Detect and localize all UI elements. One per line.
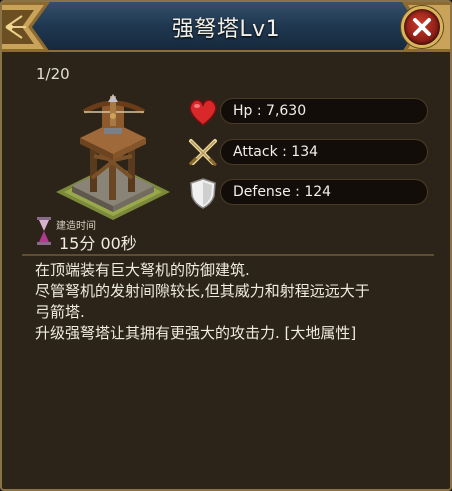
close-button[interactable] — [401, 6, 443, 48]
stat-hp: Hp : 7,630 — [186, 95, 430, 126]
shield-icon — [190, 178, 216, 209]
description-line: 升级强弩塔让其拥有更强大的攻击力. [大地属性] — [35, 324, 357, 342]
crossed-swords-icon — [188, 139, 217, 167]
stat-attack-text: Attack : 134 — [233, 144, 319, 160]
stat-defense: Defense : 124 — [186, 176, 430, 209]
description-line: 弓箭塔. — [35, 303, 85, 321]
stat-defense-text: Defense : 124 — [233, 184, 332, 200]
divider — [22, 254, 434, 256]
close-button-frame — [392, 2, 450, 52]
panel-title: 强弩塔Lv1 — [171, 17, 281, 42]
level-count: 1/20 — [36, 65, 70, 83]
description: 在顶端装有巨大弩机的防御建筑. 尽管弩机的发射间隙较长,但其威力和射程远远大于 … — [35, 260, 435, 344]
hourglass-icon — [37, 217, 51, 245]
stat-attack: Attack : 134 — [186, 136, 430, 167]
stat-bar: Attack : 134 — [220, 139, 428, 165]
stat-bar: Hp : 7,630 — [220, 98, 428, 124]
close-icon — [413, 18, 431, 36]
stat-bar: Defense : 124 — [220, 179, 428, 205]
build-time-value: 15分 00秒 — [59, 234, 137, 253]
building-info-panel: 强弩塔Lv1 1/20 Hp: 7,630 Attack: 134 Defe… — [0, 0, 452, 491]
stat-hp-text: Hp : 7,630 — [233, 103, 307, 119]
crossbow-tower-image — [56, 94, 170, 220]
description-line: 在顶端装有巨大弩机的防御建筑. — [35, 261, 250, 279]
description-line: 尽管弩机的发射间隙较长,但其威力和射程远远大于 — [35, 282, 370, 300]
heart-icon — [189, 99, 217, 126]
panel-header: 强弩塔Lv1 — [2, 2, 450, 52]
